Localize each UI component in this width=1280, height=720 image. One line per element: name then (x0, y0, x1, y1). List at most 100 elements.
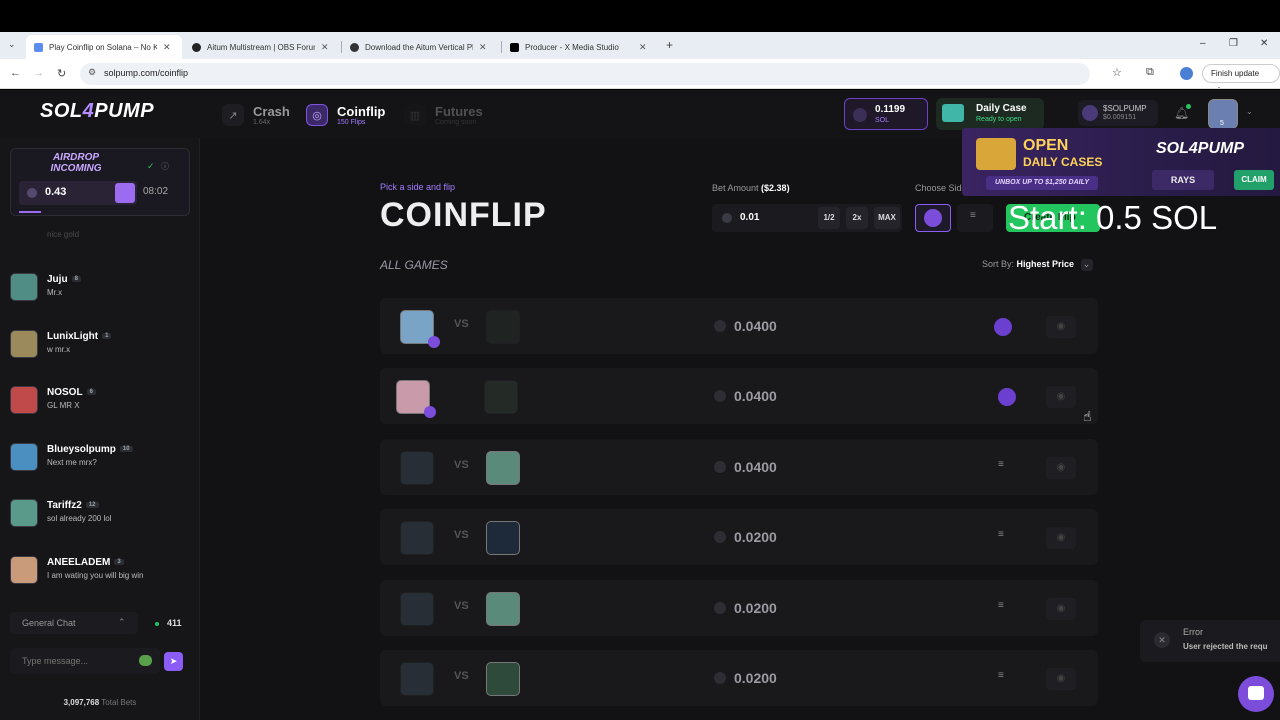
token-price-widget[interactable]: $SOLPUMP $0.009151 (1078, 100, 1158, 126)
side-purple-button[interactable] (915, 204, 951, 232)
token-price: $0.009151 (1103, 114, 1137, 121)
game-row[interactable]: 0.0400 ◉ ☝︎ (380, 368, 1098, 424)
opponent-avatar (400, 451, 434, 485)
bet-amount-field[interactable]: 0.01 1/2 2x MAX (712, 204, 902, 232)
chat-username[interactable]: Juju 8 (47, 274, 81, 285)
nav-crash-sub: 1.64x (253, 118, 271, 126)
browser-tab-aitum-forum[interactable]: Aitum Multistream | OBS Forums ✕ (184, 35, 340, 59)
new-tab-icon[interactable]: + (666, 38, 673, 52)
game-row[interactable]: VS 0.0400 ≡ ◉ (380, 439, 1098, 495)
chat-avatar[interactable] (10, 443, 38, 471)
chat-avatar[interactable] (10, 386, 38, 414)
error-toast: ✕ Error User rejected the requ (1140, 620, 1280, 662)
chat-message-text: Next me mrx? (47, 458, 97, 467)
window-close-icon[interactable]: ✕ (1260, 38, 1268, 49)
view-game-icon[interactable]: ◉ (1046, 316, 1076, 338)
nav-coinflip[interactable]: ◎ Coinflip 150 Flips (306, 100, 385, 130)
minimize-icon[interactable]: – (1200, 38, 1206, 49)
game-row[interactable]: VS 0.0400 ◉ (380, 298, 1098, 354)
username-text: Blueysolpump (47, 444, 116, 455)
chat-username[interactable]: Blueysolpump 10 (47, 444, 133, 455)
chat-message-input[interactable] (10, 648, 160, 674)
nav-crash[interactable]: ↗ Crash 1.64x (222, 100, 290, 130)
airdrop-widget[interactable]: AIRDROP INCOMING ✓ ⓘ 0.43 08:02 (10, 148, 190, 216)
chat-username[interactable]: LunixLight 1 (47, 331, 112, 342)
purple-coin-icon (924, 209, 942, 227)
airdrop-claim-icon[interactable] (115, 183, 135, 203)
browser-tab-coinflip[interactable]: Play Coinflip on Solana – No KYC ✕ (26, 35, 182, 59)
view-game-icon[interactable]: ◉ (1046, 527, 1076, 549)
view-game-icon[interactable]: ◉ (1046, 668, 1076, 690)
browser-address-bar: ← → ↻ ⚙ solpump.com/coinflip ☆ ⧉ Finish … (0, 59, 1280, 95)
back-icon[interactable]: ← (10, 67, 21, 79)
username-text: ANEELADEM (47, 557, 111, 568)
player-avatar (486, 662, 520, 696)
chat-message-text: sol already 200 lol (47, 514, 112, 523)
game-amount: 0.0200 (734, 529, 777, 545)
close-icon[interactable]: ✕ (1154, 632, 1170, 648)
chat-avatar[interactable] (10, 556, 38, 584)
bookmark-star-icon[interactable]: ☆ (1112, 66, 1122, 79)
promo-subtitle: UNBOX UP TO $1,250 DAILY (986, 176, 1098, 190)
view-game-icon[interactable]: ◉ (1046, 386, 1076, 408)
site-info-icon[interactable]: ⚙ (88, 67, 96, 78)
bet-amount-label: Bet Amount ($2.38) (712, 183, 790, 193)
restore-icon[interactable]: ❐ (1229, 38, 1238, 49)
sort-dropdown[interactable]: Sort By: Highest Price ⌄ (982, 259, 1093, 271)
game-row[interactable]: VS 0.0200 ≡ ◉ (380, 650, 1098, 706)
browser-tab-producer[interactable]: Producer - X Media Studio ✕ (502, 35, 660, 59)
chat-username[interactable]: Tariffz2 12 (47, 500, 99, 511)
support-chat-button[interactable] (1238, 676, 1274, 712)
chat-avatar[interactable] (10, 330, 38, 358)
chat-avatar[interactable] (10, 273, 38, 301)
reload-icon[interactable]: ↻ (57, 67, 66, 80)
notification-dot (1186, 104, 1191, 109)
send-icon[interactable]: ➤ (164, 652, 183, 671)
airdrop-progress-bar (19, 211, 41, 213)
user-avatar[interactable]: 5 (1208, 99, 1238, 129)
promo-rays-button[interactable]: RAYS (1152, 170, 1214, 190)
stream-overlay-text: Start: 0.5 SOL (1008, 199, 1218, 236)
finish-update-button[interactable]: Finish update ⋮ (1202, 64, 1280, 95)
level-badge: 6 (86, 389, 96, 396)
solpump-logo[interactable]: SOL4PUMP (40, 100, 154, 123)
tab-close-icon[interactable]: ✕ (639, 42, 647, 53)
tab-close-icon[interactable]: ✕ (479, 42, 487, 53)
max-bet-button[interactable]: MAX (874, 207, 900, 229)
browser-tab-aitum-plugin[interactable]: Download the Aitum Vertical Plugin ✕ (342, 35, 500, 59)
info-icon[interactable]: ⓘ (161, 161, 169, 172)
tab-close-icon[interactable]: ✕ (321, 42, 329, 53)
chat-channel-select[interactable]: General Chat ⌃ (10, 612, 138, 634)
emoji-icon[interactable] (139, 655, 152, 666)
screen: ⌄ Play Coinflip on Solana – No KYC ✕ Ait… (0, 0, 1280, 720)
solana-coin-icon (722, 213, 732, 223)
gold-chest-icon (976, 138, 1016, 170)
game-row[interactable]: VS 0.0200 ≡ ◉ (380, 509, 1098, 565)
forward-icon[interactable]: → (33, 67, 44, 79)
profile-avatar[interactable] (1180, 67, 1193, 80)
promo-claim-button[interactable]: CLAIM (1234, 170, 1274, 190)
player-avatar (486, 592, 520, 626)
nav-futures-label: Futures (435, 103, 483, 119)
chat-avatar[interactable] (10, 499, 38, 527)
chat-message-text: GL MR X (47, 401, 80, 410)
tab-close-icon[interactable]: ✕ (163, 42, 171, 53)
view-game-icon[interactable]: ◉ (1046, 457, 1076, 479)
chevron-down-icon[interactable]: ⌄ (1246, 107, 1253, 116)
tab-search-icon[interactable]: ⌄ (8, 39, 16, 50)
side-grey-button[interactable]: ≡ (957, 204, 993, 232)
daily-cases-promo[interactable]: OPEN DAILY CASES UNBOX UP TO $1,250 DAIL… (962, 128, 1280, 196)
airdrop-subtitle: INCOMING (50, 163, 102, 174)
game-row[interactable]: VS 0.0200 ≡ ◉ (380, 580, 1098, 636)
nav-futures[interactable]: ▥ Futures Coming soon (404, 100, 483, 130)
wallet-balance[interactable]: 0.1199 SOL (844, 98, 928, 130)
level-badge: 12 (85, 502, 99, 509)
double-bet-button[interactable]: 2x (846, 207, 868, 229)
chat-username[interactable]: NOSOL 6 (47, 387, 96, 398)
daily-case-button[interactable]: Daily Case Ready to open (936, 98, 1044, 130)
chat-username[interactable]: ANEELADEM 3 (47, 557, 124, 568)
half-bet-button[interactable]: 1/2 (818, 207, 840, 229)
url-field[interactable]: ⚙ solpump.com/coinflip (80, 63, 1090, 85)
extensions-icon[interactable]: ⧉ (1146, 66, 1154, 79)
view-game-icon[interactable]: ◉ (1046, 598, 1076, 620)
